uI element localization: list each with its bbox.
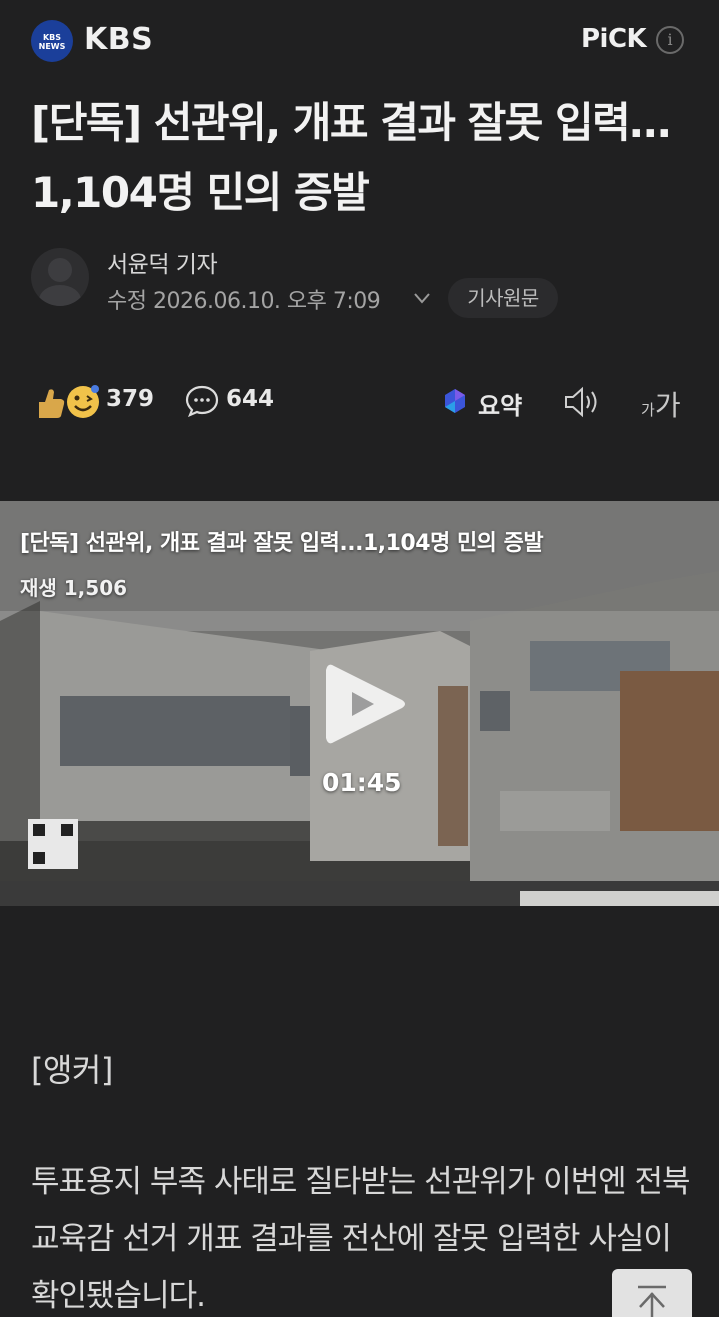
top-bar: KBS NEWS KBS PiCK i bbox=[0, 0, 719, 80]
logo-text: KBS NEWS bbox=[38, 33, 66, 51]
press-name[interactable]: KBS bbox=[84, 22, 153, 57]
scroll-top-button[interactable] bbox=[612, 1269, 692, 1317]
font-size-big-label: 가 bbox=[654, 389, 681, 422]
comment-count[interactable]: 644 bbox=[226, 386, 274, 412]
video-duration: 01:45 bbox=[322, 768, 402, 797]
author-name[interactable]: 서윤덕 기자 bbox=[107, 245, 218, 279]
anchor-label: [앵커] bbox=[31, 1051, 113, 1089]
ai-summary-icon[interactable] bbox=[440, 386, 470, 416]
info-icon[interactable]: i bbox=[656, 26, 684, 54]
avatar[interactable] bbox=[31, 248, 89, 306]
kbs-logo-icon[interactable]: KBS NEWS bbox=[31, 20, 73, 62]
chevron-down-icon[interactable] bbox=[412, 288, 432, 308]
reaction-emoji-icon[interactable] bbox=[35, 384, 101, 420]
play-icon[interactable] bbox=[318, 656, 410, 752]
font-size-small-label: 가 bbox=[641, 401, 655, 419]
arrow-up-icon bbox=[638, 1285, 666, 1317]
video-title: [단독] 선관위, 개표 결과 잘못 입력...1,104명 민의 증발 bbox=[20, 531, 544, 556]
article-date: 수정 2026.06.10. 오후 7:09 bbox=[107, 289, 381, 314]
original-article-button[interactable]: 기사원문 bbox=[448, 278, 558, 318]
info-glyph: i bbox=[667, 30, 673, 49]
pick-badge: PiCK bbox=[581, 24, 647, 54]
font-size-button[interactable]: 가가 bbox=[641, 384, 681, 424]
comment-bubble-icon[interactable] bbox=[185, 385, 219, 417]
article-paragraph: 투표용지 부족 사태로 질타받는 선관위가 이번엔 전북교육감 선거 개표 결과… bbox=[31, 1164, 691, 1314]
video-view-count: 재생 1,506 bbox=[20, 576, 128, 600]
summary-button[interactable]: 요약 bbox=[478, 386, 522, 421]
article-title: [단독] 선관위, 개표 결과 잘못 입력…1,104명 민의 증발 bbox=[31, 98, 671, 217]
reaction-count[interactable]: 379 bbox=[106, 386, 154, 412]
speaker-icon[interactable] bbox=[563, 386, 601, 418]
